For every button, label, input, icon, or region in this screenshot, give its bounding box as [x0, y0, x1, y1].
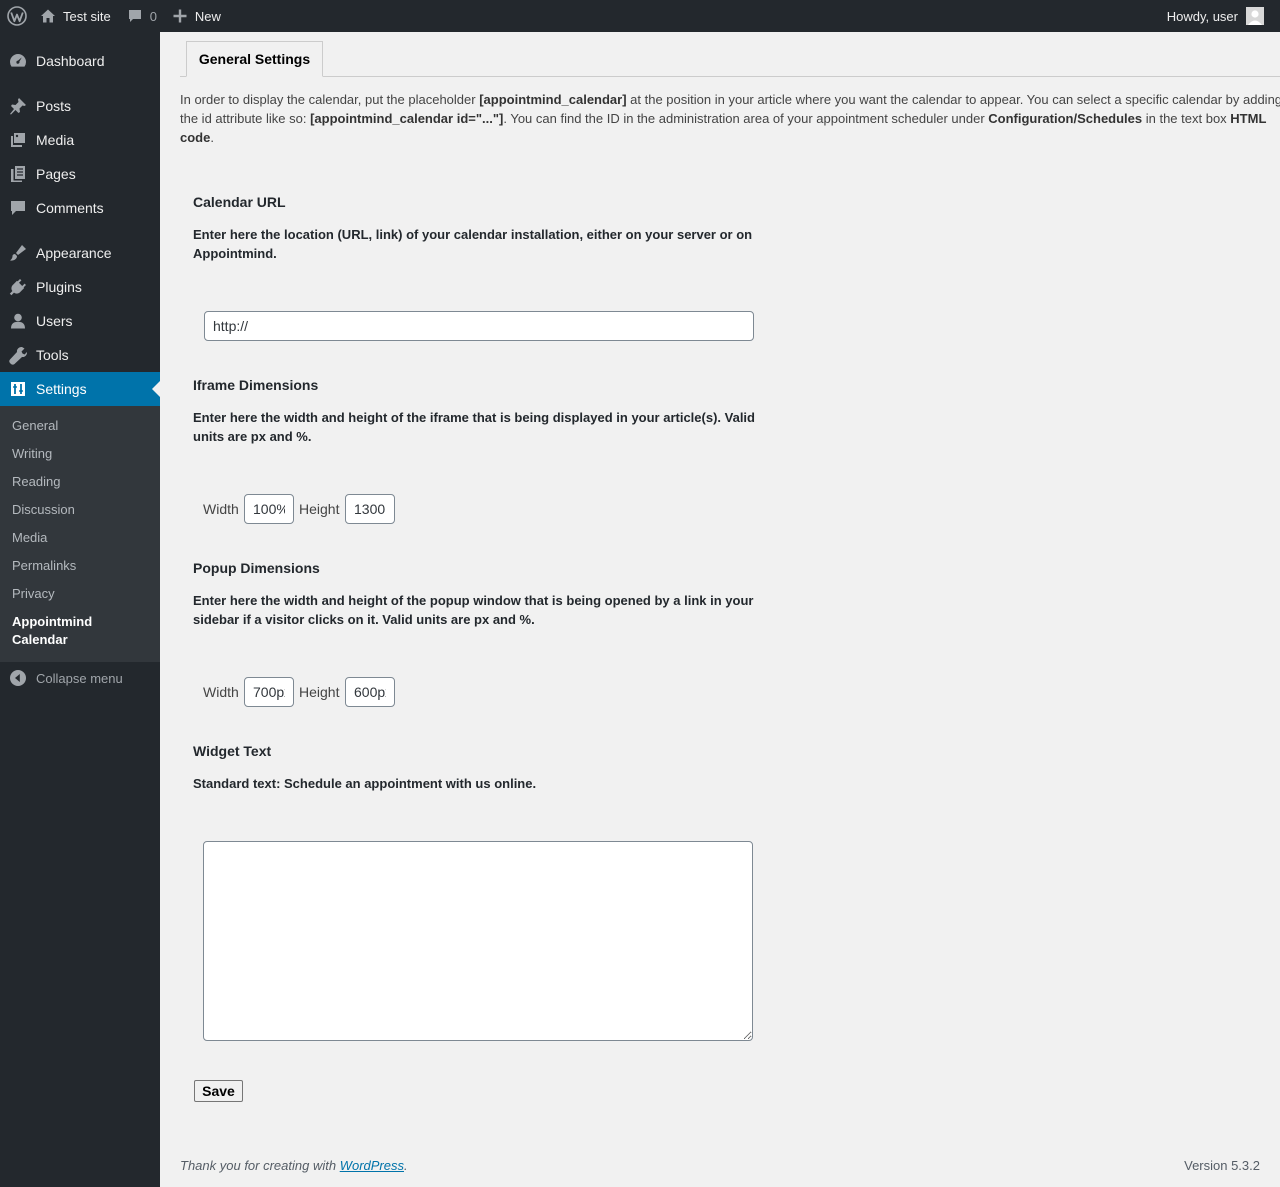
widget-text-description: Standard text: Schedule an appointment w… — [193, 776, 537, 791]
media-icon — [0, 130, 36, 150]
sidebar-item-comments[interactable]: Comments — [0, 191, 160, 225]
dashboard-icon — [0, 51, 36, 71]
new-content-link[interactable]: New — [165, 0, 229, 32]
submenu-item-appointmind-calendar[interactable]: Appointmind Calendar — [12, 613, 92, 649]
footer-thanks-text: Thank you for creating with — [180, 1158, 340, 1173]
iframe-dimensions-title: Iframe Dimensions — [193, 377, 319, 393]
submenu-item-general[interactable]: General — [12, 417, 58, 435]
sidebar-item-posts[interactable]: Posts — [0, 89, 160, 123]
sidebar-item-pages[interactable]: Pages — [0, 157, 160, 191]
pages-icon — [0, 164, 36, 184]
sidebar-item-tools[interactable]: Tools — [0, 338, 160, 372]
collapse-menu-button[interactable]: Collapse menu — [0, 666, 160, 690]
sidebar-item-label: Pages — [36, 166, 76, 182]
calendar-url-description: Enter here the location (URL, link) of y… — [193, 227, 753, 261]
sidebar-item-label: Media — [36, 132, 75, 148]
sidebar-item-media[interactable]: Media — [0, 123, 160, 157]
intro-part: . — [210, 130, 214, 145]
placeholder-id-code: [appointmind_calendar id="..."] — [310, 111, 504, 126]
sidebar-item-label: Tools — [36, 347, 69, 363]
wordpress-logo-icon[interactable] — [0, 0, 34, 32]
brush-icon — [0, 243, 36, 263]
settings-icon — [0, 379, 36, 399]
sidebar-item-label: Settings — [36, 381, 87, 397]
comments-count: 0 — [149, 8, 157, 24]
account-menu[interactable]: Howdy, user — [1159, 0, 1272, 32]
comment-bubble-icon — [128, 10, 141, 22]
howdy-text: Howdy, user — [1166, 8, 1238, 24]
submenu-label-line2: Calendar — [12, 632, 68, 647]
comments-link[interactable]: 0 — [119, 0, 165, 32]
sidebar-item-label: Appearance — [36, 245, 112, 261]
popup-width-input[interactable] — [244, 677, 294, 707]
calendar-url-title: Calendar URL — [193, 194, 286, 210]
sidebar-item-label: Posts — [36, 98, 72, 114]
home-icon — [41, 9, 55, 23]
site-name: Test site — [63, 8, 111, 24]
admin-sidebar: Dashboard Posts Media Pages Comments App… — [0, 32, 160, 1187]
submenu-item-reading[interactable]: Reading — [12, 473, 60, 491]
user-avatar-icon — [1246, 7, 1264, 25]
submenu-item-discussion[interactable]: Discussion — [12, 501, 75, 519]
iframe-dimensions-description: Enter here the width and height of the i… — [193, 410, 755, 444]
sidebar-item-label: Dashboard — [36, 53, 105, 69]
sidebar-item-plugins[interactable]: Plugins — [0, 270, 160, 304]
user-icon — [0, 311, 36, 331]
collapse-label: Collapse menu — [36, 670, 123, 686]
sidebar-item-users[interactable]: Users — [0, 304, 160, 338]
sidebar-item-settings[interactable]: Settings — [0, 372, 160, 406]
submenu-item-permalinks[interactable]: Permalinks — [12, 557, 76, 575]
submenu-item-media[interactable]: Media — [12, 529, 47, 547]
intro-part: In order to display the calendar, put th… — [180, 92, 480, 107]
tab-general-settings[interactable]: General Settings — [186, 41, 323, 77]
config-path: Configuration/Schedules — [988, 111, 1143, 126]
plus-icon — [173, 9, 187, 23]
comment-icon — [0, 198, 36, 218]
wordpress-link[interactable]: WordPress — [340, 1158, 404, 1173]
sidebar-item-label: Users — [36, 313, 73, 329]
popup-height-input[interactable] — [345, 677, 395, 707]
sidebar-item-label: Comments — [36, 200, 104, 216]
popup-dimensions-title: Popup Dimensions — [193, 560, 320, 576]
widget-text-textarea[interactable] — [203, 841, 753, 1041]
footer-thanks: Thank you for creating with WordPress. — [180, 1158, 408, 1173]
new-label: New — [194, 8, 221, 24]
submenu-label-line1: Appointmind — [12, 614, 93, 629]
sidebar-item-dashboard[interactable]: Dashboard — [0, 44, 160, 78]
iframe-width-label: Width — [203, 501, 239, 517]
plug-icon — [0, 277, 36, 297]
iframe-width-input[interactable] — [244, 494, 294, 524]
intro-part: in the text box — [1142, 111, 1231, 126]
iframe-height-input[interactable] — [345, 494, 395, 524]
site-name-link[interactable]: Test site — [34, 0, 119, 32]
placeholder-code: [appointmind_calendar] — [479, 92, 627, 107]
iframe-height-label: Height — [299, 501, 340, 517]
popup-dimensions-description: Enter here the width and height of the p… — [193, 593, 754, 627]
intro-text: In order to display the calendar, put th… — [180, 90, 1280, 147]
tabs-divider — [180, 76, 1280, 77]
calendar-url-input[interactable] — [204, 311, 754, 341]
collapse-arrow-icon — [0, 669, 36, 687]
admin-bar: Test site 0 New Howdy, user — [0, 0, 1280, 32]
pushpin-icon — [0, 96, 36, 116]
widget-text-title: Widget Text — [193, 743, 272, 759]
footer-version: Version 5.3.2 — [1184, 1158, 1260, 1173]
avatar — [1246, 7, 1264, 25]
save-button[interactable]: Save — [194, 1080, 243, 1102]
main-content: General Settings In order to display the… — [160, 32, 1280, 1187]
sidebar-item-label: Plugins — [36, 279, 82, 295]
intro-part: . You can find the ID in the administrat… — [503, 111, 989, 126]
wrench-icon — [0, 345, 36, 365]
submenu-item-writing[interactable]: Writing — [12, 445, 52, 463]
popup-height-label: Height — [299, 684, 340, 700]
sidebar-item-appearance[interactable]: Appearance — [0, 236, 160, 270]
footer-period: . — [404, 1158, 408, 1173]
popup-width-label: Width — [203, 684, 239, 700]
submenu-item-privacy[interactable]: Privacy — [12, 585, 55, 603]
settings-submenu: General Writing Reading Discussion Media… — [0, 406, 160, 662]
